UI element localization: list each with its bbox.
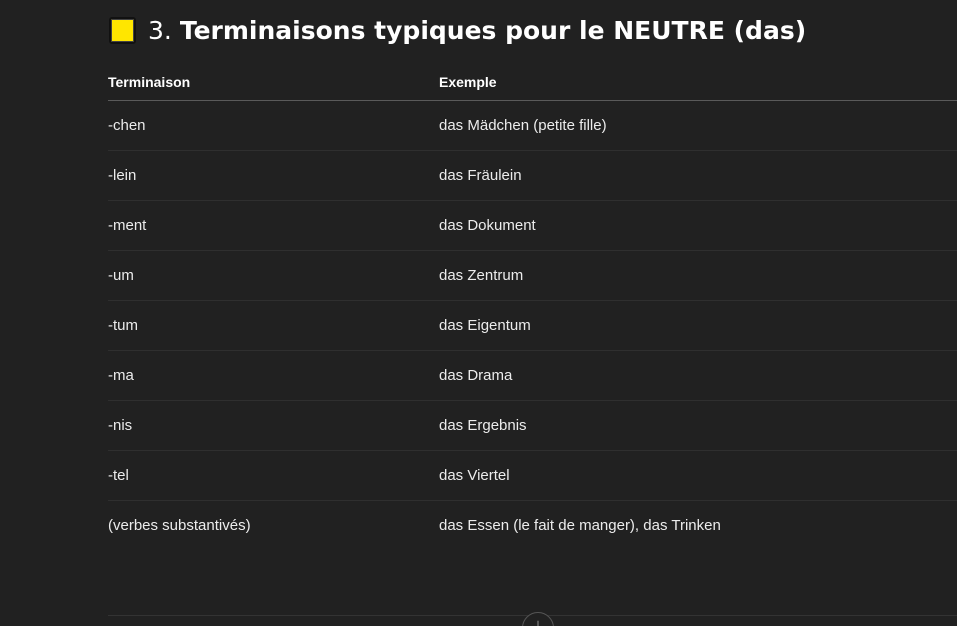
- chat-response: 3. Terminaisons typiques pour le NEUTRE …: [0, 0, 957, 626]
- table-row: -tel das Viertel: [108, 450, 957, 501]
- table-header-row: Terminaison Exemple: [108, 64, 957, 101]
- cell-ending: (verbes substantivés): [108, 517, 251, 534]
- yellow-square-icon: [109, 16, 136, 44]
- cell-ending: -ma: [108, 350, 439, 401]
- arrow-down-icon: ↓: [534, 616, 542, 626]
- cell-ending: -ment: [108, 200, 439, 251]
- cell-ending: -tum: [108, 300, 439, 351]
- cell-example: das Viertel: [439, 450, 957, 501]
- column-header-terminaison: Terminaison: [108, 64, 439, 101]
- cell-example: das Ergebnis: [439, 400, 957, 451]
- cell-example: das Drama: [439, 350, 957, 401]
- table-row: -ma das Drama: [108, 350, 957, 401]
- cell-example: das Zentrum: [439, 250, 957, 301]
- cell-ending: -lein: [108, 150, 439, 201]
- cell-example: das Eigentum: [439, 300, 957, 351]
- cell-ending: -nis: [108, 400, 439, 451]
- table-row: -chen das Mädchen (petite fille): [108, 100, 957, 151]
- cell-example: das Mädchen (petite fille): [439, 100, 957, 151]
- cell-example: das Fräulein: [439, 150, 957, 201]
- table-row: -ment das Dokument: [108, 200, 957, 251]
- table-row: (verbes substantivés) das Essen (le fait…: [108, 501, 957, 551]
- column-header-exemple: Exemple: [439, 64, 957, 101]
- table-row: -lein das Fräulein: [108, 150, 957, 201]
- heading-title: Terminaisons typiques pour le NEUTRE (da…: [179, 15, 807, 45]
- section-heading: 3. Terminaisons typiques pour le NEUTRE …: [109, 12, 806, 48]
- cell-ending: -chen: [108, 100, 439, 151]
- cell-ending: -tel: [108, 450, 439, 501]
- endings-table: Terminaison Exemple -chen das Mädchen (p…: [108, 64, 957, 550]
- cell-example: das Essen (le fait de manger), das Trink…: [439, 517, 721, 534]
- table-row: -tum das Eigentum: [108, 300, 957, 351]
- table-row: -nis das Ergebnis: [108, 400, 957, 451]
- cell-ending: -um: [108, 250, 439, 301]
- cell-example: das Dokument: [439, 200, 957, 251]
- table-row: -um das Zentrum: [108, 250, 957, 301]
- heading-number: 3.: [148, 15, 172, 45]
